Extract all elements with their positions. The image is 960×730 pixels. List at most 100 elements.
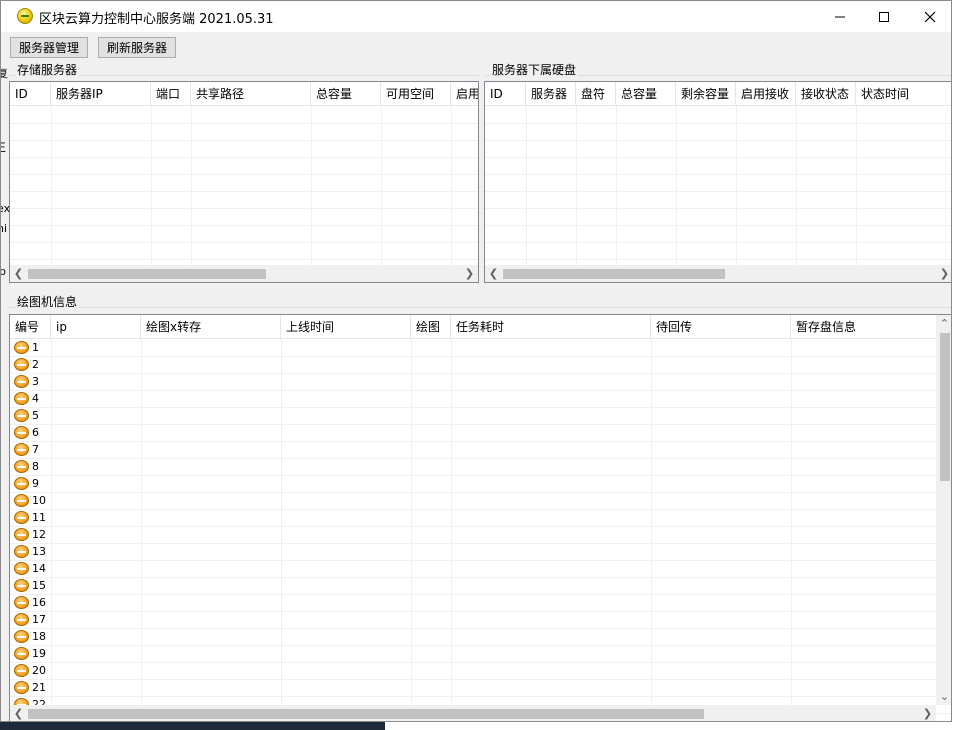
group-border bbox=[7, 307, 951, 308]
scroll-down-icon[interactable]: ⌄ bbox=[936, 688, 951, 705]
status-pending-icon bbox=[14, 460, 29, 473]
column-header[interactable]: 可用空间 bbox=[381, 82, 451, 106]
column-header[interactable]: 共享路径 bbox=[191, 82, 311, 106]
bg-fragment: ni bbox=[1, 222, 8, 235]
table-row[interactable]: 4 bbox=[10, 390, 936, 407]
column-header[interactable]: 总容量 bbox=[311, 82, 381, 106]
plotter-table[interactable]: 编号 ip 绘图x转存 上线时间 绘图 任务耗时 待回传 暂存盘信息 12 3 4 5… bbox=[9, 314, 951, 721]
scroll-thumb[interactable] bbox=[940, 333, 950, 481]
column-header[interactable]: 盘符 bbox=[576, 82, 616, 106]
row-number: 6 bbox=[32, 426, 39, 439]
status-pending-icon bbox=[14, 545, 29, 558]
status-pending-icon bbox=[14, 681, 29, 694]
scroll-left-icon[interactable]: ❮ bbox=[485, 265, 502, 282]
desktop-background-right bbox=[952, 0, 960, 730]
table-row[interactable]: 13 bbox=[10, 543, 936, 560]
disk-table[interactable]: ID 服务器 盘符 总容量 剩余容量 启用接收 接收状态 状态时间 ❮ ❯ bbox=[484, 81, 951, 283]
status-pending-icon bbox=[14, 341, 29, 354]
horizontal-scrollbar[interactable]: ❮ ❯ bbox=[10, 265, 478, 282]
scroll-right-icon[interactable]: ❯ bbox=[936, 265, 951, 282]
bg-fragment: 复 bbox=[1, 65, 8, 81]
scroll-thumb[interactable] bbox=[28, 269, 266, 279]
storage-server-table[interactable]: ID 服务器IP 端口 共享路径 总容量 可用空间 启用 ❮ ❯ bbox=[9, 81, 479, 283]
close-button[interactable] bbox=[907, 1, 951, 32]
table-row[interactable]: 3 bbox=[10, 373, 936, 390]
column-header[interactable]: 服务器IP bbox=[51, 82, 151, 106]
scroll-thumb[interactable] bbox=[28, 709, 704, 719]
horizontal-scrollbar[interactable]: ❮ ❯ bbox=[485, 265, 951, 282]
column-header[interactable]: 启用 bbox=[451, 82, 478, 106]
row-number: 3 bbox=[32, 375, 39, 388]
column-header[interactable]: 剩余容量 bbox=[676, 82, 736, 106]
status-pending-icon bbox=[14, 613, 29, 626]
table-row[interactable]: 19 bbox=[10, 645, 936, 662]
table-row[interactable]: 15 bbox=[10, 577, 936, 594]
desktop-taskbar-fragment bbox=[0, 722, 385, 730]
row-number: 18 bbox=[32, 630, 46, 643]
column-header[interactable]: 服务器 bbox=[526, 82, 576, 106]
column-header[interactable]: 绘图x转存 bbox=[141, 315, 281, 339]
row-number: 10 bbox=[32, 494, 46, 507]
table-row[interactable]: 10 bbox=[10, 492, 936, 509]
row-number: 9 bbox=[32, 477, 39, 490]
bg-fragment: b bbox=[1, 265, 6, 278]
column-header[interactable]: 端口 bbox=[151, 82, 191, 106]
row-number: 11 bbox=[32, 511, 46, 524]
table-row[interactable]: 1 bbox=[10, 339, 936, 356]
scroll-up-icon[interactable]: ⌃ bbox=[936, 315, 951, 332]
table-row[interactable]: 21 bbox=[10, 679, 936, 696]
table-row[interactable]: 14 bbox=[10, 560, 936, 577]
server-manage-button[interactable]: 服务器管理 bbox=[10, 37, 88, 58]
table-header: ID 服务器IP 端口 共享路径 总容量 可用空间 启用 bbox=[10, 82, 478, 106]
table-row[interactable]: 11 bbox=[10, 509, 936, 526]
table-row[interactable]: 18 bbox=[10, 628, 936, 645]
table-row[interactable]: 9 bbox=[10, 475, 936, 492]
column-header[interactable]: ID bbox=[485, 82, 526, 106]
minimize-button[interactable] bbox=[817, 1, 863, 32]
status-pending-icon bbox=[14, 392, 29, 405]
column-header[interactable]: 接收状态 bbox=[796, 82, 856, 106]
table-row[interactable]: 17 bbox=[10, 611, 936, 628]
scroll-left-icon[interactable]: ❮ bbox=[10, 265, 27, 282]
scroll-right-icon[interactable]: ❯ bbox=[461, 265, 478, 282]
table-row[interactable]: 5 bbox=[10, 407, 936, 424]
status-pending-icon bbox=[14, 511, 29, 524]
disk-group-title: 服务器下属硬盘 bbox=[490, 61, 579, 78]
table-row[interactable]: 2 bbox=[10, 356, 936, 373]
column-header[interactable]: 绘图 bbox=[411, 315, 451, 339]
column-header[interactable]: 启用接收 bbox=[736, 82, 796, 106]
column-header[interactable]: 任务耗时 bbox=[451, 315, 651, 339]
column-header[interactable]: ID bbox=[10, 82, 51, 106]
row-number: 15 bbox=[32, 579, 46, 592]
status-pending-icon bbox=[14, 630, 29, 643]
table-row[interactable]: 7 bbox=[10, 441, 936, 458]
table-row[interactable]: 12 bbox=[10, 526, 936, 543]
maximize-icon bbox=[879, 11, 889, 22]
scroll-thumb[interactable] bbox=[503, 269, 725, 279]
column-header[interactable]: 编号 bbox=[10, 315, 51, 339]
table-row[interactable]: 16 bbox=[10, 594, 936, 611]
table-row[interactable]: 8 bbox=[10, 458, 936, 475]
status-pending-icon bbox=[14, 426, 29, 439]
column-header[interactable]: 状态时间 bbox=[856, 82, 951, 106]
column-header[interactable]: 暂存盘信息 bbox=[791, 315, 937, 339]
column-header[interactable]: ip bbox=[51, 315, 141, 339]
column-header[interactable]: 总容量 bbox=[616, 82, 676, 106]
column-header[interactable]: 待回传 bbox=[651, 315, 791, 339]
horizontal-scrollbar[interactable]: ❮ ❯ bbox=[10, 705, 936, 721]
column-header[interactable]: 上线时间 bbox=[281, 315, 411, 339]
table-header: ID 服务器 盘符 总容量 剩余容量 启用接收 接收状态 状态时间 bbox=[485, 82, 951, 106]
row-number: 5 bbox=[32, 409, 39, 422]
scroll-left-icon[interactable]: ❮ bbox=[10, 705, 27, 721]
table-row[interactable]: 6 bbox=[10, 424, 936, 441]
bg-fragment: 王 bbox=[1, 139, 6, 155]
table-row[interactable]: 20 bbox=[10, 662, 936, 679]
row-number: 16 bbox=[32, 596, 46, 609]
scroll-right-icon[interactable]: ❯ bbox=[919, 705, 936, 721]
maximize-button[interactable] bbox=[861, 1, 907, 32]
app-logo-icon bbox=[17, 8, 33, 24]
row-number: 8 bbox=[32, 460, 39, 473]
row-number: 4 bbox=[32, 392, 39, 405]
refresh-servers-button[interactable]: 刷新服务器 bbox=[98, 37, 176, 58]
vertical-scrollbar[interactable]: ⌃ ⌄ bbox=[936, 315, 951, 705]
